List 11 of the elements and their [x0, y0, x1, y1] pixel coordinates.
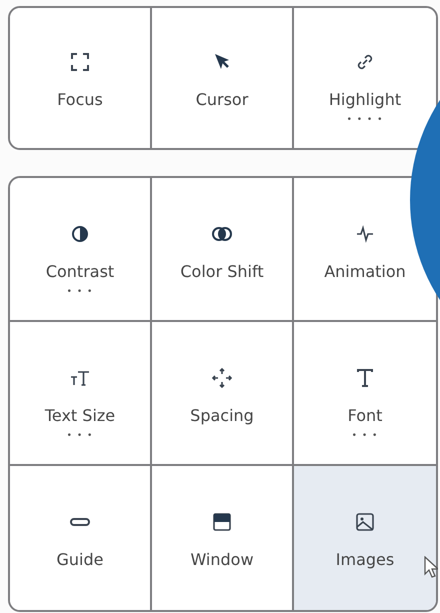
window-icon [210, 510, 234, 534]
tool-tile[interactable]: Images [294, 466, 436, 610]
tool-tile[interactable]: Text Size • • • [10, 322, 152, 466]
tool-tile[interactable]: Contrast • • • [10, 178, 152, 322]
tool-tile[interactable]: Spacing [152, 322, 294, 466]
image-icon [353, 510, 377, 534]
tool-tile[interactable]: Color Shift [152, 178, 294, 322]
move-arrows-icon [210, 366, 234, 390]
tool-tile[interactable]: Guide [10, 466, 152, 610]
focus-icon [68, 50, 92, 74]
tool-tile[interactable]: Focus [10, 8, 152, 148]
